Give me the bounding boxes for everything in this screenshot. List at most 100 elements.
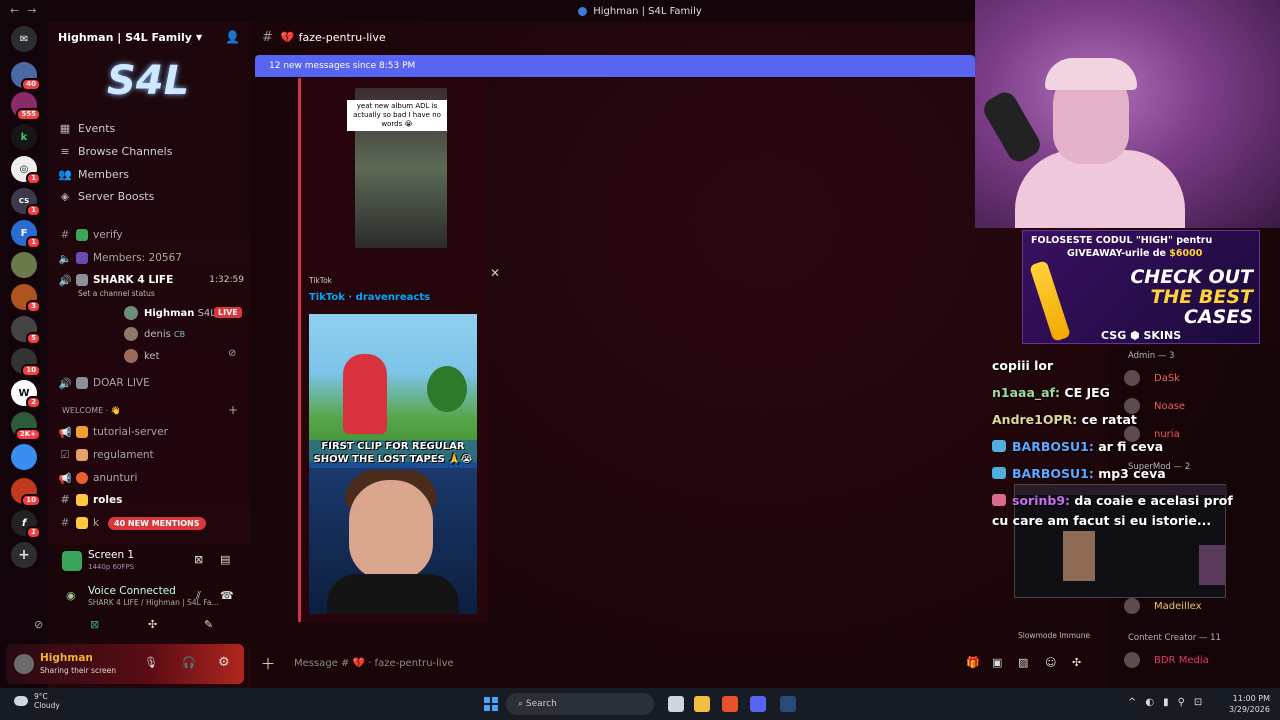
- windows-start-icon[interactable]: [484, 697, 498, 711]
- server-icon[interactable]: [11, 444, 37, 470]
- cartoon-character: [343, 354, 387, 434]
- microphone: [979, 88, 1045, 166]
- close-icon[interactable]: ✕: [490, 266, 500, 280]
- channel-regulament[interactable]: ☑ regulament: [58, 445, 244, 465]
- avatar: [1124, 598, 1140, 614]
- hash-icon: #: [60, 229, 70, 241]
- new-mentions-pill[interactable]: 40 NEW MENTIONS: [108, 517, 206, 530]
- nav-browse-label: Browse Channels: [78, 144, 173, 158]
- message-input[interactable]: Message # 💔 · faze-pentru-live: [294, 658, 454, 669]
- invite-icon[interactable]: 👤: [225, 30, 240, 44]
- slowmode-label: Slowmode Immune: [1018, 631, 1091, 640]
- server-header[interactable]: Highman | S4L Family ▼ 👤: [48, 22, 250, 52]
- user-name: Highman: [40, 652, 93, 664]
- server-folder-icon[interactable]: 5: [11, 316, 41, 345]
- disconnect-icon[interactable]: ☎: [220, 589, 234, 602]
- stream-quality: 1440p 60FPS: [88, 563, 135, 571]
- server-icon[interactable]: CS 1: [11, 188, 41, 217]
- server-icon[interactable]: k: [11, 124, 37, 150]
- speaker-icon: 🔊: [58, 377, 72, 390]
- unread-badge: 1: [26, 236, 41, 249]
- new-messages-bar[interactable]: 12 new messages since 8:53 PM: [255, 55, 975, 77]
- server-icon[interactable]: 555: [11, 92, 41, 121]
- channel-members-count[interactable]: 🔈 Members: 20567: [58, 248, 244, 268]
- server-folder-icon[interactable]: 2K+: [11, 412, 41, 441]
- nav-events[interactable]: ▦ Events: [58, 118, 115, 138]
- add-channel-icon[interactable]: +: [228, 403, 238, 417]
- nav-browse-channels[interactable]: ≡ Browse Channels: [58, 141, 172, 161]
- stream-settings-icon[interactable]: ▤: [220, 553, 230, 566]
- member[interactable]: BDR Media: [1124, 652, 1209, 668]
- server-icon[interactable]: ◎ 1: [11, 156, 41, 185]
- member[interactable]: Madeillex: [1124, 598, 1202, 614]
- role-header: Content Creator — 11: [1128, 633, 1221, 643]
- knife-graphic: [1029, 260, 1071, 342]
- video-thumbnail[interactable]: FIRST CLIP FOR REGULAR SHOW THE LOST TAP…: [309, 314, 477, 614]
- embed-title[interactable]: TikTok · dravenreacts: [309, 292, 430, 303]
- soundboard-icon[interactable]: ✎: [204, 618, 213, 631]
- task-view-icon[interactable]: [668, 696, 684, 712]
- nav-members[interactable]: 👥 Members: [58, 164, 129, 184]
- stream-title: Screen 1: [88, 549, 135, 561]
- sticker-icon[interactable]: ▨: [1018, 656, 1028, 669]
- server-icon[interactable]: f1: [11, 510, 41, 539]
- server-icon[interactable]: 40: [11, 62, 41, 91]
- voice-user[interactable]: ket: [124, 347, 160, 365]
- back-forward-icons[interactable]: ←→: [10, 4, 44, 17]
- gift-icon[interactable]: 🎁: [966, 656, 980, 669]
- channel-verify[interactable]: # verify: [58, 225, 244, 245]
- stop-stream-icon[interactable]: ⊠: [194, 553, 203, 566]
- chat-line: copiii lor: [992, 358, 1053, 373]
- server-icon[interactable]: 3: [11, 284, 41, 313]
- person-icon: [76, 252, 88, 264]
- voice-user[interactable]: denis CB: [124, 325, 185, 343]
- emoji-icon[interactable]: ☺: [1045, 656, 1056, 669]
- share-screen-icon[interactable]: ⊠: [90, 618, 99, 631]
- video-off-icon[interactable]: ⊘: [34, 618, 43, 631]
- gif-icon[interactable]: ▣: [992, 656, 1002, 669]
- nav-server-boosts[interactable]: ◈ Server Boosts: [58, 186, 155, 206]
- add-server-icon[interactable]: +: [11, 542, 37, 568]
- voice-user-name: ket: [144, 350, 160, 362]
- clock[interactable]: 11:00 PM 3/29/2026: [1226, 693, 1270, 715]
- channel-status-prompt[interactable]: Set a channel status: [78, 289, 155, 298]
- discord-icon[interactable]: [750, 696, 766, 712]
- activities-icon[interactable]: ✣: [148, 618, 157, 631]
- voice-channel-doar-live[interactable]: 🔊 DOAR LIVE: [58, 373, 244, 393]
- channel-anunturi[interactable]: 📢 anunturi: [58, 468, 244, 488]
- avatar[interactable]: [14, 654, 34, 674]
- steam-icon[interactable]: [780, 696, 796, 712]
- role-header: Admin — 3: [1128, 351, 1175, 361]
- brave-browser-icon[interactable]: [722, 696, 738, 712]
- server-icon[interactable]: 10: [11, 478, 41, 507]
- video-thumbnail[interactable]: yeat new album ADL is actually so bad I …: [347, 88, 447, 248]
- server-icon[interactable]: W2: [11, 380, 41, 409]
- server-icon[interactable]: F1: [11, 220, 41, 249]
- file-explorer-icon[interactable]: [694, 696, 710, 712]
- member[interactable]: DaSk: [1124, 370, 1180, 386]
- apps-icon[interactable]: ✣: [1072, 656, 1081, 669]
- channel-tutorial-server[interactable]: 📢 tutorial-server: [58, 422, 244, 442]
- fire-icon: [76, 472, 88, 484]
- system-tray-icons[interactable]: ^◐▮⚲⊡: [1128, 697, 1211, 708]
- channel-roles[interactable]: # roles: [58, 490, 244, 510]
- gear-icon[interactable]: ⚙: [218, 655, 230, 670]
- taskbar-search[interactable]: ⌕ Search: [506, 693, 654, 715]
- weather-widget[interactable]: 9°C Cloudy: [14, 692, 60, 710]
- category-welcome[interactable]: WELCOME · 👋: [62, 406, 121, 415]
- voice-channel-shark-4-life[interactable]: 🔊 SHARK 4 LIFE 1:32:59: [58, 270, 244, 290]
- server-folder-icon[interactable]: 10: [11, 348, 41, 377]
- signal-icon[interactable]: ◉: [66, 589, 76, 602]
- discord-app-icon: [578, 6, 588, 16]
- weather-desc: Cloudy: [34, 701, 60, 710]
- noise-suppression-icon[interactable]: ⫽: [196, 589, 201, 603]
- unread-badge: 1: [26, 526, 41, 539]
- attach-plus-icon[interactable]: ＋: [256, 653, 280, 674]
- headphones-icon[interactable]: 🎧: [182, 656, 196, 669]
- direct-messages-icon[interactable]: ✉: [11, 26, 37, 52]
- voice-user[interactable]: Highman S4L: [124, 304, 216, 322]
- avatar: [1124, 370, 1140, 386]
- server-icon[interactable]: [11, 252, 37, 278]
- microphone-icon[interactable]: 🎙: [144, 656, 158, 669]
- weather-temp: 9°C: [34, 692, 48, 701]
